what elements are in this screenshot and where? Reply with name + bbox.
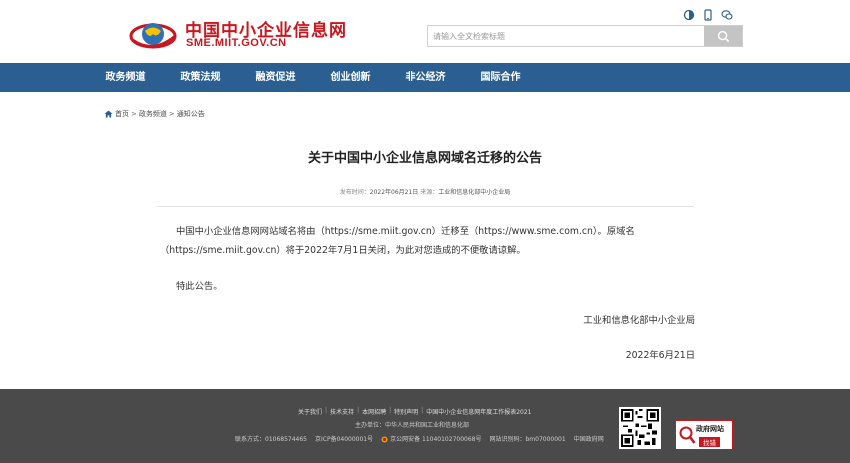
footer-info: 联系方式：01068574465 京ICP备04000001号 京公网安备 11… — [235, 434, 604, 443]
badge-action: 找错 — [699, 437, 720, 447]
logo-emblem-icon — [129, 23, 177, 49]
article-notice: 特此公告。 — [176, 281, 223, 292]
site-domain: SME.MIIT.GOV.CN — [186, 37, 287, 49]
footer-link-report[interactable]: 中国中小企业信息网年度工作报表2021 — [426, 407, 531, 416]
nav-item-policy[interactable]: 政策法规 — [163, 63, 238, 92]
qr-code — [619, 407, 661, 449]
gov-site-error-badge[interactable]: 政府网站 找错 — [675, 420, 733, 450]
footer-link-statement[interactable]: 特别声明 — [394, 407, 418, 416]
article-title: 关于中国中小企业信息网域名迁移的公告 — [307, 151, 542, 166]
article-date: 2022年6月21日 — [625, 350, 695, 361]
footer-link-jobs[interactable]: 本网招聘 — [362, 407, 386, 416]
article-divider — [157, 206, 694, 207]
nav-item-financing[interactable]: 融资促进 — [238, 63, 313, 92]
breadcrumb-government[interactable]: 政务频道 — [139, 109, 167, 119]
wechat-icon[interactable] — [721, 6, 733, 20]
footer-separator: | — [357, 407, 360, 414]
source-label: 来源： — [420, 189, 439, 196]
qr-code-icon — [621, 409, 659, 447]
footer-police-text: 京公网安备 11040102700068号 — [390, 436, 482, 443]
footer-host: 主办单位：中华人民共和国工业和信息化部 — [355, 422, 470, 429]
breadcrumb-separator: > — [131, 110, 137, 118]
publish-label: 发布时间： — [339, 189, 370, 196]
article-paragraph: 中国中小企业信息网网站域名将由（https://sme.miit.gov.cn）… — [160, 226, 635, 256]
magnifier-icon — [679, 426, 696, 444]
accessibility-icon[interactable] — [683, 6, 695, 21]
police-badge-icon — [381, 436, 388, 443]
article-meta: 发布时间：2022年06月21日 来源：工业和信息化部中小企业局 — [0, 187, 850, 196]
footer-police-record[interactable]: 京公网安备 11040102700068号 — [381, 434, 481, 443]
article-body: 中国中小企业信息网网站域名将由（https://sme.miit.gov.cn）… — [160, 222, 695, 260]
breadcrumb-notices[interactable]: 通知公告 — [177, 109, 205, 119]
footer-links: 关于我们 | 技术支持 | 本网招聘 | 特别声明 | 中国中小企业信息网年度工… — [298, 407, 531, 416]
search-button[interactable] — [704, 26, 742, 46]
search-box — [427, 25, 743, 47]
nav-item-innovation[interactable]: 创业创新 — [313, 63, 388, 92]
footer-separator: | — [325, 407, 328, 414]
home-icon — [104, 110, 113, 118]
footer-site-code: 网站识别码：bm07000001 — [489, 436, 566, 443]
footer-icp[interactable]: 京ICP备04000001号 — [315, 434, 373, 443]
badge-label: 政府网站 — [696, 425, 724, 433]
footer-separator: | — [421, 407, 424, 414]
breadcrumb-separator: > — [168, 110, 175, 118]
footer-link-support[interactable]: 技术支持 — [330, 407, 354, 416]
article-source: 工业和信息化部中小企业局 — [438, 189, 511, 196]
site-footer: 关于我们 | 技术支持 | 本网招聘 | 特别声明 | 中国中小企业信息网年度工… — [0, 389, 850, 463]
site-header: 中国中小企业信息网 SME.MIIT.GOV.CN — [0, 0, 850, 63]
publish-date: 2022年06月21日 — [369, 189, 419, 196]
footer-gov-link[interactable]: 中国政府网 — [574, 434, 604, 443]
article-signature: 工业和信息化部中小企业局 — [583, 315, 695, 326]
search-input[interactable] — [428, 26, 705, 46]
footer-separator: | — [389, 407, 392, 414]
site-logo[interactable]: 中国中小企业信息网 SME.MIIT.GOV.CN — [127, 14, 357, 54]
footer-link-about[interactable]: 关于我们 — [298, 407, 322, 416]
nav-item-private-economy[interactable]: 非公经济 — [388, 63, 463, 92]
search-icon — [717, 30, 729, 42]
mobile-icon[interactable] — [702, 6, 714, 21]
main-nav: 政务频道 政策法规 融资促进 创业创新 非公经济 国际合作 — [0, 63, 850, 92]
nav-item-international[interactable]: 国际合作 — [463, 63, 538, 92]
nav-item-government[interactable]: 政务频道 — [88, 63, 163, 92]
breadcrumb-home[interactable]: 首页 — [115, 109, 129, 119]
breadcrumb: 首页 > 政务频道 > 通知公告 — [104, 109, 205, 119]
top-icon-bar — [683, 6, 733, 21]
footer-contact: 联系方式：01068574465 — [235, 436, 307, 443]
